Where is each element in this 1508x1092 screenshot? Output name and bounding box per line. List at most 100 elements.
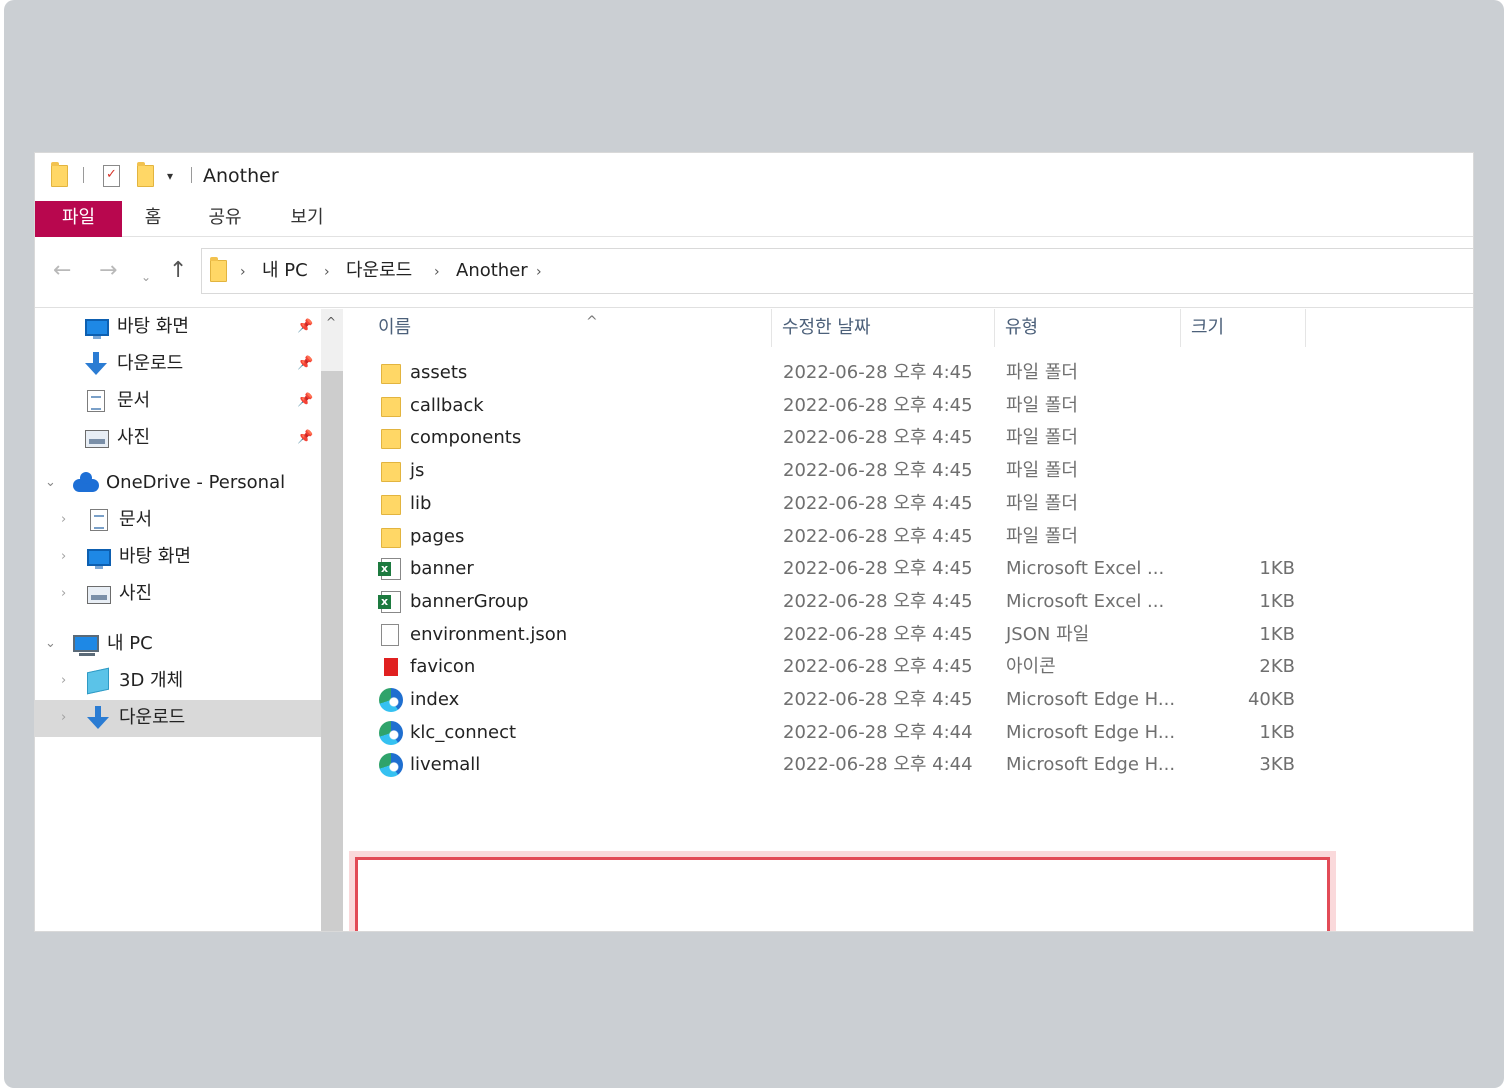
tab-home[interactable]: 홈 — [135, 201, 171, 237]
file-size: 2KB — [1259, 656, 1295, 678]
breadcrumb-another[interactable]: Another — [456, 259, 528, 283]
collapse-chevron-icon[interactable]: › — [61, 709, 66, 727]
toolbar-divider — [83, 167, 84, 183]
pin-icon: 📌 — [297, 319, 314, 334]
pin-icon: 📌 — [297, 356, 314, 371]
collapse-chevron-icon[interactable]: › — [61, 548, 66, 566]
collapse-chevron-icon[interactable]: › — [61, 585, 66, 603]
folder-icon — [210, 257, 227, 282]
file-row[interactable]: js 2022-06-28 오후 4:45 파일 폴더 — [343, 455, 1343, 488]
file-name: components — [410, 427, 522, 449]
navigation-pane: 바탕 화면 📌 다운로드 📌 문서 📌 사진 📌 ⌄ OneDrive - Pe… — [35, 309, 321, 931]
file-modified-date: 2022-06-28 오후 4:45 — [783, 590, 973, 612]
file-modified-date: 2022-06-28 오후 4:45 — [783, 525, 973, 547]
scrollbar-thumb[interactable] — [321, 371, 343, 931]
nav-item-label: 사진 — [119, 583, 153, 604]
download-icon — [87, 706, 109, 730]
folder-icon — [381, 494, 401, 515]
file-row[interactable]: environment.json 2022-06-28 오후 4:45 JSON 파… — [343, 619, 1343, 652]
column-header-label: 이름 — [378, 317, 412, 338]
recent-locations-button[interactable]: ⌄ — [141, 264, 151, 290]
file-explorer-window: ▾ Another 파일 홈 공유 보기 ← → ⌄ ↑ › 내 PC › 다운… — [34, 152, 1474, 932]
file-row[interactable]: klc_connect 2022-06-28 오후 4:44 Microsoft E… — [343, 717, 1343, 750]
nav-item-documents-pinned[interactable]: 문서 📌 — [35, 383, 321, 420]
column-header-size[interactable]: 크기 — [1181, 309, 1306, 347]
nav-item-onedrive-pictures[interactable]: › 사진 — [35, 576, 321, 613]
new-folder-icon[interactable] — [137, 162, 154, 187]
nav-item-onedrive-desktop[interactable]: › 바탕 화면 — [35, 539, 321, 576]
breadcrumb-separator[interactable]: › — [536, 261, 542, 283]
highlight-box — [355, 857, 1330, 931]
file-row[interactable]: assets 2022-06-28 오후 4:45 파일 폴더 — [343, 357, 1343, 390]
document-icon — [87, 390, 105, 412]
folder-icon — [381, 462, 401, 483]
file-row[interactable]: bannerGroup 2022-06-28 오후 4:45 Microsoft E… — [343, 586, 1343, 619]
navigation-pane-scrollbar[interactable]: ^ — [321, 309, 343, 931]
file-row[interactable]: livemall 2022-06-28 오후 4:44 Microsoft Edge… — [343, 749, 1343, 782]
file-icon — [381, 623, 399, 646]
file-size: 1KB — [1259, 590, 1295, 612]
nav-item-label: 문서 — [119, 509, 153, 530]
file-row[interactable]: callback 2022-06-28 오후 4:45 파일 폴더 — [343, 390, 1343, 423]
pin-icon: 📌 — [297, 393, 314, 408]
folder-icon[interactable] — [51, 162, 68, 187]
file-row[interactable]: index 2022-06-28 오후 4:45 Microsoft Edge H.… — [343, 684, 1343, 717]
forward-button[interactable]: → — [99, 258, 117, 284]
collapse-chevron-icon[interactable]: › — [61, 672, 66, 690]
column-header-name[interactable]: 이름 ^ — [368, 309, 772, 347]
file-name: environment.json — [410, 623, 568, 645]
file-row[interactable]: banner 2022-06-28 오후 4:45 Microsoft Excel … — [343, 553, 1343, 586]
tab-file[interactable]: 파일 — [35, 201, 122, 237]
document-icon — [90, 509, 108, 531]
nav-item-this-pc[interactable]: ⌄ 내 PC — [35, 626, 321, 663]
breadcrumb-separator[interactable]: › — [240, 261, 246, 283]
breadcrumb-separator[interactable]: › — [324, 261, 330, 283]
file-modified-date: 2022-06-28 오후 4:45 — [783, 394, 973, 416]
file-row[interactable]: lib 2022-06-28 오후 4:45 파일 폴더 — [343, 488, 1343, 521]
address-bar[interactable]: › 내 PC › 다운로드 › Another › — [201, 248, 1473, 294]
file-type: 파일 폴더 — [1006, 525, 1078, 547]
breadcrumb-separator[interactable]: › — [434, 261, 440, 283]
excel-icon — [378, 558, 401, 581]
file-row[interactable]: favicon 2022-06-28 오후 4:45 아이콘 2KB — [343, 651, 1343, 684]
expand-chevron-icon[interactable]: ⌄ — [45, 474, 56, 492]
nav-item-onedrive-documents[interactable]: › 문서 — [35, 502, 321, 539]
3d-objects-icon — [87, 667, 109, 695]
up-button[interactable]: ↑ — [169, 258, 187, 284]
expand-chevron-icon[interactable]: ⌄ — [45, 635, 56, 653]
file-name: index — [410, 689, 460, 710]
tab-share[interactable]: 공유 — [201, 201, 249, 237]
file-row[interactable]: pages 2022-06-28 오후 4:45 파일 폴더 — [343, 521, 1343, 554]
file-type: 파일 폴더 — [1006, 394, 1078, 416]
nav-item-downloads-selected[interactable]: › 다운로드 — [35, 700, 321, 737]
properties-icon[interactable] — [103, 165, 120, 187]
column-header-label: 크기 — [1191, 317, 1225, 338]
file-name: pages — [410, 525, 465, 547]
sort-ascending-icon: ^ — [586, 314, 598, 330]
file-name: js — [410, 460, 425, 482]
scroll-up-icon[interactable]: ^ — [326, 315, 336, 329]
edge-icon — [379, 688, 403, 712]
nav-item-downloads-pinned[interactable]: 다운로드 📌 — [35, 346, 321, 383]
file-modified-date: 2022-06-28 오후 4:45 — [783, 460, 973, 482]
nav-item-pictures-pinned[interactable]: 사진 📌 — [35, 420, 321, 457]
file-type: Microsoft Excel ... — [1006, 590, 1165, 612]
collapse-chevron-icon[interactable]: › — [61, 511, 66, 529]
tab-view[interactable]: 보기 — [283, 201, 331, 237]
customize-toolbar-dropdown[interactable]: ▾ — [167, 167, 173, 185]
nav-item-label: 바탕 화면 — [119, 546, 191, 567]
nav-item-label: OneDrive - Personal — [106, 472, 286, 493]
file-modified-date: 2022-06-28 오후 4:45 — [783, 427, 973, 449]
nav-item-3d-objects[interactable]: › 3D 개체 — [35, 663, 321, 700]
file-type: JSON 파일 — [1006, 623, 1090, 645]
file-row[interactable]: components 2022-06-28 오후 4:45 파일 폴더 — [343, 422, 1343, 455]
pictures-icon — [85, 430, 109, 448]
breadcrumb-my-pc[interactable]: 내 PC — [262, 259, 308, 283]
column-header-type[interactable]: 유형 — [995, 309, 1181, 347]
nav-item-desktop-pinned[interactable]: 바탕 화면 📌 — [35, 309, 321, 346]
nav-item-label: 문서 — [117, 390, 151, 411]
nav-item-onedrive[interactable]: ⌄ OneDrive - Personal — [35, 465, 321, 502]
breadcrumb-downloads[interactable]: 다운로드 — [346, 259, 412, 283]
back-button[interactable]: ← — [53, 258, 71, 284]
column-header-date[interactable]: 수정한 날짜 — [772, 309, 995, 347]
